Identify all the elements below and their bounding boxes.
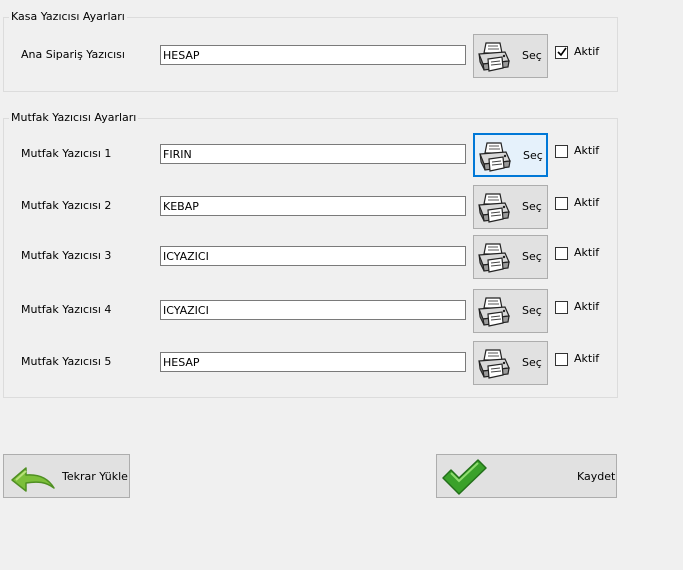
printer-icon [476,242,510,274]
select-button-label: Seç [522,304,542,317]
kasa-groupbox: Kasa Yazıcısı Ayarları Ana Sipariş Yazıc… [3,10,618,92]
select-printer-button[interactable]: Seç [473,133,548,177]
kasa-group-title: Kasa Yazıcısı Ayarları [9,10,127,23]
printer-name-input[interactable] [160,45,466,65]
aktif-label: Aktif [574,196,600,209]
select-button-label: Seç [522,250,542,263]
mutfak-row-5: Mutfak Yazıcısı 5 Seç Aktif [4,341,617,385]
aktif-label: Aktif [574,45,600,58]
select-button-label: Seç [523,149,543,162]
aktif-checkbox[interactable] [555,197,568,210]
row-label: Ana Sipariş Yazıcısı [21,48,125,61]
reload-button[interactable]: Tekrar Yükle [3,454,130,498]
printer-icon [476,348,510,380]
kasa-row-ana-siparis: Ana Sipariş Yazıcısı Seç Aktif [4,34,617,78]
row-label: Mutfak Yazıcısı 3 [21,249,112,262]
aktif-label: Aktif [574,246,600,259]
row-label: Mutfak Yazıcısı 2 [21,199,112,212]
aktif-checkbox[interactable] [555,46,568,59]
select-printer-button[interactable]: Seç [473,34,548,78]
aktif-label: Aktif [574,352,600,365]
printer-name-input[interactable] [160,246,466,266]
mutfak-row-1: Mutfak Yazıcısı 1 Seç Aktif [4,133,617,177]
printer-icon [477,141,511,173]
reload-arrow-icon [11,467,55,492]
select-printer-button[interactable]: Seç [473,185,548,229]
aktif-checkbox[interactable] [555,247,568,260]
row-label: Mutfak Yazıcısı 1 [21,147,112,160]
row-label: Mutfak Yazıcısı 5 [21,355,112,368]
aktif-checkbox[interactable] [555,353,568,366]
printer-name-input[interactable] [160,196,466,216]
printer-icon [476,41,510,73]
aktif-checkbox[interactable] [555,145,568,158]
save-button[interactable]: Kaydet [436,454,617,498]
save-button-label: Kaydet [577,470,616,483]
select-button-label: Seç [522,356,542,369]
mutfak-groupbox: Mutfak Yazıcısı Ayarları Mutfak Yazıcısı… [3,111,618,398]
select-button-label: Seç [522,200,542,213]
reload-button-label: Tekrar Yükle [62,470,128,483]
mutfak-row-3: Mutfak Yazıcısı 3 Seç Aktif [4,235,617,279]
printer-name-input[interactable] [160,144,466,164]
mutfak-group-title: Mutfak Yazıcısı Ayarları [9,111,139,124]
checkmark-icon [442,459,487,495]
select-printer-button[interactable]: Seç [473,289,548,333]
mutfak-row-4: Mutfak Yazıcısı 4 Seç Aktif [4,289,617,333]
printer-name-input[interactable] [160,352,466,372]
printer-icon [476,192,510,224]
select-printer-button[interactable]: Seç [473,235,548,279]
printer-name-input[interactable] [160,300,466,320]
aktif-label: Aktif [574,300,600,313]
check-mark-icon [557,47,567,57]
aktif-checkbox[interactable] [555,301,568,314]
mutfak-row-2: Mutfak Yazıcısı 2 Seç Aktif [4,185,617,229]
select-button-label: Seç [522,49,542,62]
printer-icon [476,296,510,328]
aktif-label: Aktif [574,144,600,157]
row-label: Mutfak Yazıcısı 4 [21,303,112,316]
select-printer-button[interactable]: Seç [473,341,548,385]
